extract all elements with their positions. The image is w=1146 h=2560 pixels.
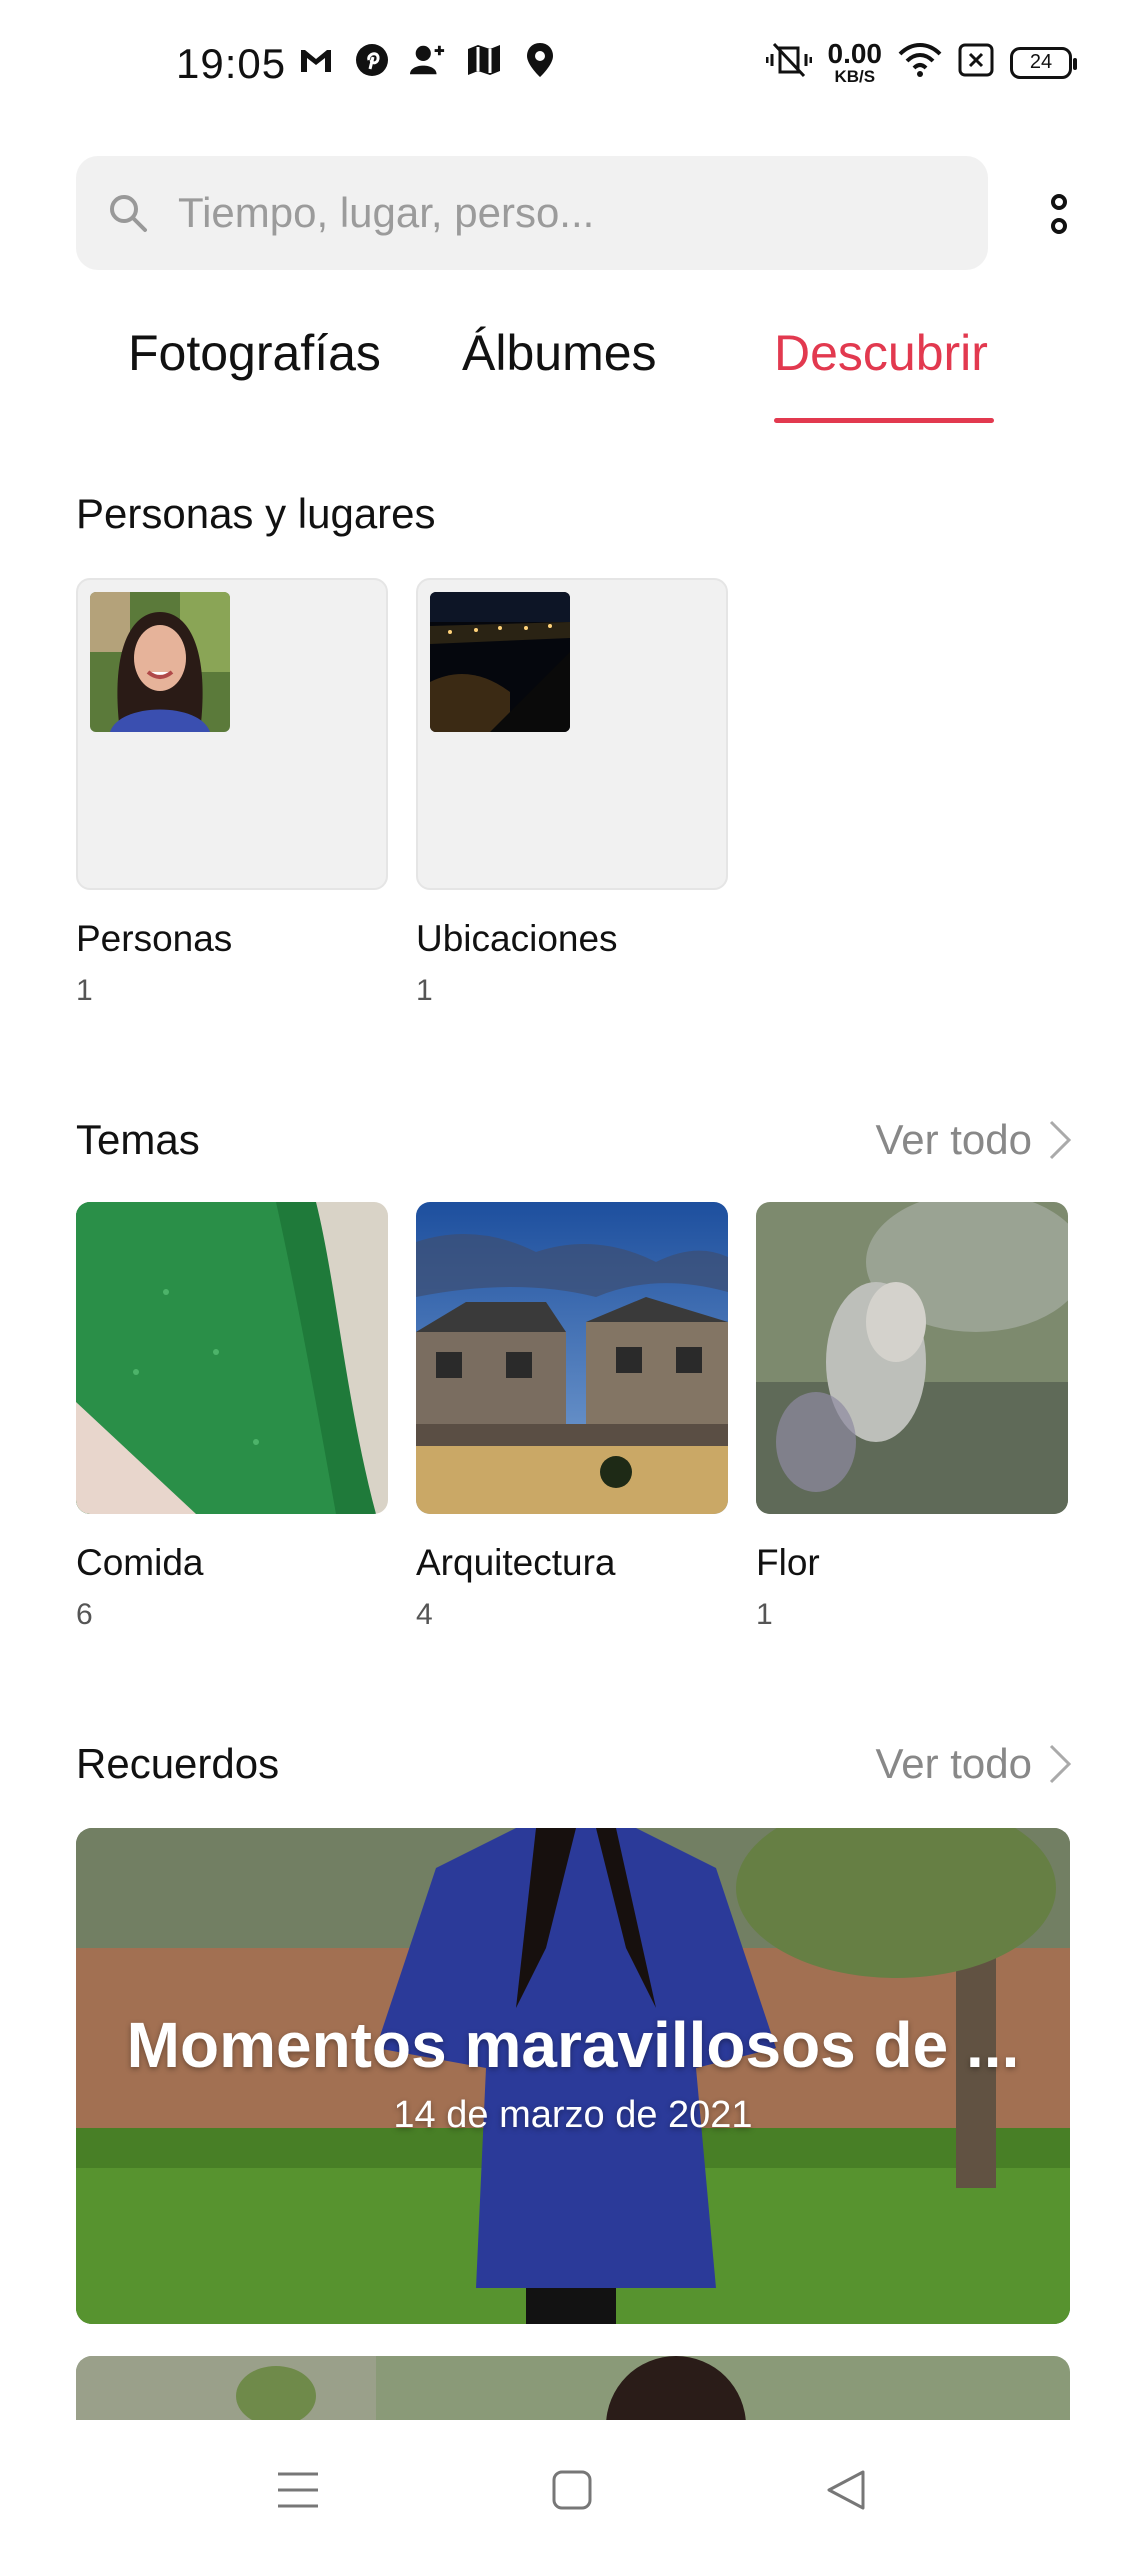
- themes-see-all-link[interactable]: Ver todo: [876, 1116, 1072, 1164]
- memories-see-all-link[interactable]: Ver todo: [876, 1740, 1072, 1788]
- themes-see-all-label: Ver todo: [875, 1116, 1032, 1163]
- more-dot-top: [1051, 194, 1067, 210]
- status-bar: 19:05 0.00 KB/S 24: [0, 0, 1146, 130]
- network-speed-unit: KB/S: [834, 67, 876, 86]
- sim-icon: [958, 43, 994, 82]
- theme-card-flower[interactable]: Flor 1: [756, 1202, 1068, 1632]
- theme-flower-label: Flor: [756, 1542, 820, 1583]
- search-icon: [110, 195, 147, 232]
- search-bar[interactable]: [76, 156, 988, 270]
- gmail-icon: [298, 42, 334, 78]
- memory-photo-next: [76, 2356, 1070, 2420]
- people-label: Personas: [76, 918, 233, 959]
- theme-card-food[interactable]: Comida 6: [76, 1202, 388, 1632]
- home-icon[interactable]: [542, 2460, 602, 2520]
- people-card[interactable]: Personas 1: [76, 578, 388, 1008]
- memory-card-next[interactable]: [76, 2356, 1070, 2420]
- vibrate-icon: [765, 42, 812, 83]
- memory-title: Momentos maravillosos de ...: [126, 2009, 1020, 2081]
- food-thumbnail: [76, 1202, 388, 1514]
- status-time: 19:05: [176, 40, 287, 87]
- menu-icon[interactable]: [268, 2460, 328, 2520]
- memories-title: Recuerdos: [76, 1740, 280, 1787]
- locations-card[interactable]: Ubicaciones 1: [416, 578, 728, 1008]
- battery-icon: 24: [1010, 46, 1077, 79]
- flower-thumbnail: [756, 1202, 1068, 1514]
- more-dot-bottom: [1051, 218, 1067, 234]
- navigation-bar: [0, 2420, 1146, 2560]
- person-face-photo: [90, 592, 230, 732]
- memory-card[interactable]: Momentos maravillosos de ... 14 de marzo…: [76, 1828, 1070, 2324]
- theme-architecture-count: 4: [416, 1598, 433, 1631]
- theme-flower-count: 1: [756, 1598, 773, 1631]
- chevron-right-icon: [1049, 1744, 1072, 1784]
- architecture-thumbnail: [416, 1202, 728, 1514]
- night-city-photo: [430, 592, 570, 732]
- network-speed: 0.00 KB/S: [827, 38, 883, 86]
- tab-bar: Fotografías Álbumes Descubrir: [0, 312, 1146, 424]
- theme-card-architecture[interactable]: Arquitectura 4: [416, 1202, 728, 1632]
- discover-screen: 19:05 0.00 KB/S 24 Tiempo, lugar, perso.…: [0, 0, 1146, 2560]
- people-places-title: Personas y lugares: [76, 490, 436, 537]
- locations-count: 1: [416, 974, 433, 1007]
- locations-thumbnail: [416, 578, 728, 890]
- people-thumbnail: [76, 578, 388, 890]
- back-icon[interactable]: [816, 2460, 876, 2520]
- people-count: 1: [76, 974, 93, 1007]
- battery-level: 24: [1029, 51, 1053, 73]
- memories-see-all-label: Ver todo: [875, 1740, 1032, 1787]
- location-icon: [522, 42, 558, 78]
- memory-date: 14 de marzo de 2021: [393, 2094, 753, 2136]
- wifi-icon: [898, 42, 942, 83]
- themes-title: Temas: [76, 1116, 200, 1163]
- active-tab-indicator: [774, 418, 994, 423]
- theme-architecture-label: Arquitectura: [416, 1542, 616, 1583]
- theme-food-label: Comida: [76, 1542, 204, 1583]
- notification-icons: [298, 42, 558, 78]
- tab-albums[interactable]: Álbumes: [462, 324, 657, 382]
- more-options-button[interactable]: [1036, 176, 1082, 252]
- chevron-right-icon: [1049, 1120, 1072, 1160]
- search-input[interactable]: [178, 189, 938, 237]
- add-contact-icon: [410, 42, 446, 78]
- maps-icon: [466, 42, 502, 78]
- system-icons: 0.00 KB/S 24: [765, 38, 1077, 86]
- theme-food-count: 6: [76, 1598, 93, 1631]
- tab-photos[interactable]: Fotografías: [128, 324, 381, 382]
- tab-discover[interactable]: Descubrir: [774, 324, 988, 382]
- network-speed-value: 0.00: [827, 38, 883, 69]
- locations-label: Ubicaciones: [416, 918, 618, 959]
- pinterest-icon: [354, 42, 390, 78]
